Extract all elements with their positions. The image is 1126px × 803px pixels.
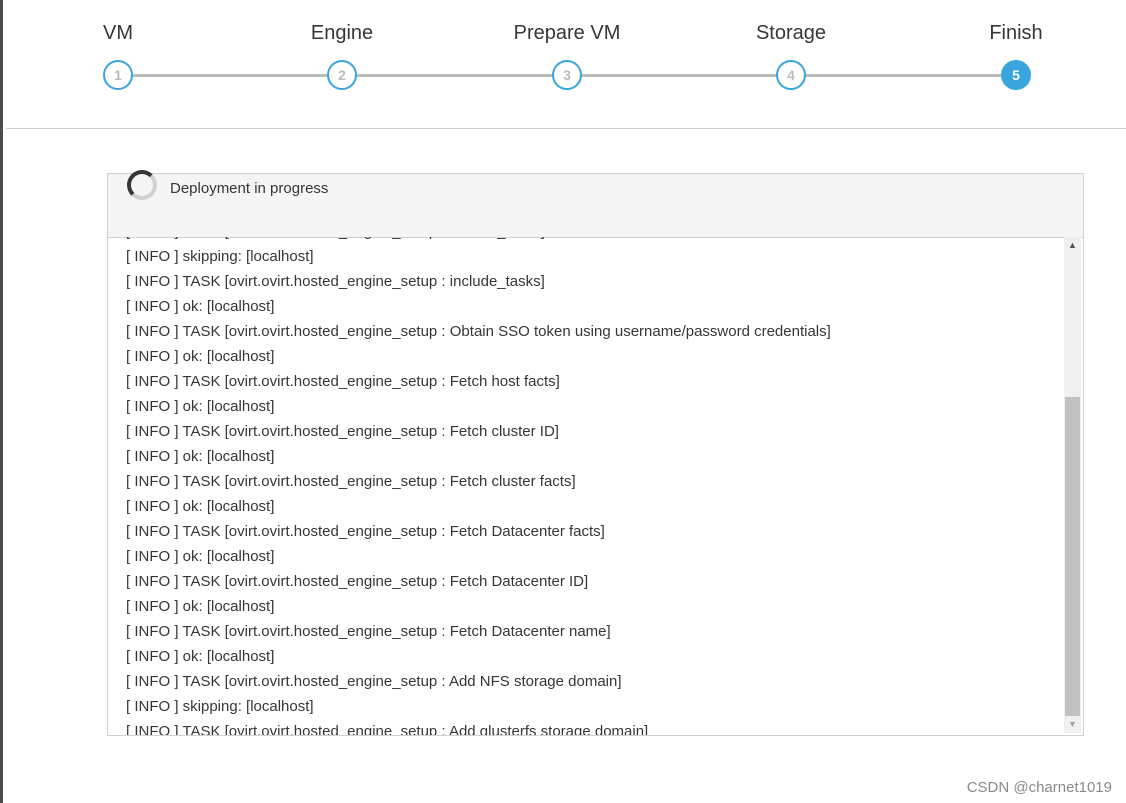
- log-line: [ INFO ] ok: [localhost]: [126, 548, 275, 565]
- scroll-down-arrow-icon[interactable]: ▼: [1064, 716, 1081, 733]
- log-line: [ INFO ] TASK [ovirt.ovirt.hosted_engine…: [126, 373, 560, 390]
- deployment-log[interactable]: [ INFO ] TASK [ovirt.ovirt.hosted_engine…: [108, 237, 1083, 735]
- app-window: VM 1 Engine 2 Prepare VM 3 Storage 4 Fin…: [0, 0, 1126, 803]
- deployment-panel: Deployment in progress [ INFO ] TASK [ov…: [107, 170, 1084, 736]
- step-number-circle-active[interactable]: 5: [1001, 60, 1031, 90]
- log-lines: [ INFO ] TASK [ovirt.ovirt.hosted_engine…: [126, 237, 1059, 735]
- log-line: [ INFO ] TASK [ovirt.ovirt.hosted_engine…: [126, 623, 611, 640]
- log-line: [ INFO ] ok: [localhost]: [126, 448, 275, 465]
- wizard-steps: VM 1 Engine 2 Prepare VM 3 Storage 4 Fin…: [6, 0, 1126, 129]
- step-number-circle[interactable]: 1: [103, 60, 133, 90]
- step-number-circle[interactable]: 2: [327, 60, 357, 90]
- log-line: [ INFO ] skipping: [localhost]: [126, 698, 314, 715]
- step-label: Finish: [989, 22, 1043, 44]
- log-line: [ INFO ] TASK [ovirt.ovirt.hosted_engine…: [126, 673, 622, 690]
- step-label: Prepare VM: [513, 22, 621, 44]
- log-line: [ INFO ] ok: [localhost]: [126, 598, 275, 615]
- log-line: [ INFO ] TASK [ovirt.ovirt.hosted_engine…: [126, 723, 649, 735]
- step-number-circle[interactable]: 3: [552, 60, 582, 90]
- log-line: [ INFO ] ok: [localhost]: [126, 298, 275, 315]
- step-label: Storage: [755, 22, 827, 44]
- log-line: [ INFO ] TASK [ovirt.ovirt.hosted_engine…: [126, 237, 1059, 244]
- scrollbar-thumb[interactable]: [1065, 397, 1080, 716]
- log-line: [ INFO ] ok: [localhost]: [126, 648, 275, 665]
- scroll-up-arrow-icon[interactable]: ▲: [1064, 237, 1081, 254]
- log-line: [ INFO ] ok: [localhost]: [126, 348, 275, 365]
- log-line: [ INFO ] skipping: [localhost]: [126, 248, 314, 265]
- log-line: [ INFO ] TASK [ovirt.ovirt.hosted_engine…: [126, 523, 605, 540]
- watermark-text: CSDN @charnet1019: [966, 779, 1112, 796]
- step-number-circle[interactable]: 4: [776, 60, 806, 90]
- log-line: [ INFO ] TASK [ovirt.ovirt.hosted_engine…: [126, 573, 589, 590]
- deployment-status-title: Deployment in progress: [170, 180, 329, 197]
- log-line: [ INFO ] TASK [ovirt.ovirt.hosted_engine…: [126, 323, 831, 340]
- log-line: [ INFO ] TASK [ovirt.ovirt.hosted_engine…: [126, 273, 545, 290]
- loading-spinner-icon: [127, 170, 157, 200]
- log-scrollbar[interactable]: ▲ ▼: [1064, 237, 1081, 733]
- log-line: [ INFO ] TASK [ovirt.ovirt.hosted_engine…: [126, 423, 559, 440]
- log-line: [ INFO ] ok: [localhost]: [126, 498, 275, 515]
- step-label: VM: [103, 22, 133, 44]
- log-line: [ INFO ] TASK [ovirt.ovirt.hosted_engine…: [126, 473, 576, 490]
- log-line: [ INFO ] ok: [localhost]: [126, 398, 275, 415]
- step-label: Engine: [310, 22, 374, 44]
- deployment-panel-header: Deployment in progress: [108, 170, 1083, 238]
